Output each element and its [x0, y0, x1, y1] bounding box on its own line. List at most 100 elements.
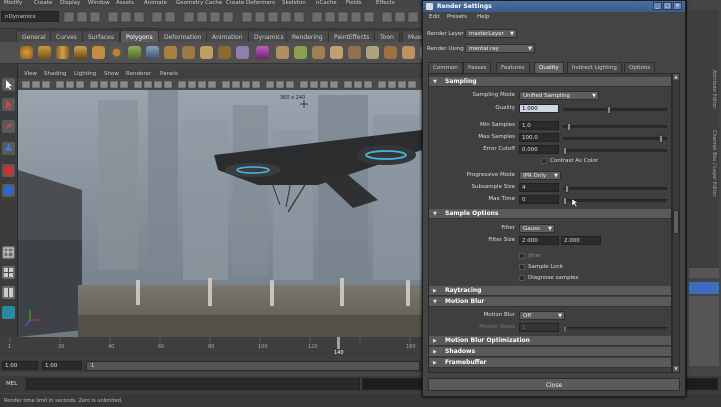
slider-knob[interactable] [563, 325, 567, 333]
menu-set-dropdown[interactable]: nDynamics [1, 11, 59, 22]
separate-icon[interactable] [182, 46, 195, 59]
shelf-tab-curves[interactable]: Curves [50, 30, 83, 42]
lasso-tool-icon[interactable] [2, 98, 15, 111]
section-shadows[interactable]: ▶ Shadows [429, 347, 671, 357]
max-samples-slider[interactable] [563, 135, 667, 143]
menu-item-window[interactable]: Window [88, 0, 110, 6]
dialog-menu-presets[interactable]: Presets [447, 14, 467, 20]
min-samples-field[interactable]: 1.0 [519, 121, 559, 130]
poly-cube-icon[interactable] [38, 46, 51, 59]
min-samples-slider[interactable] [563, 123, 667, 131]
menu-item-geometry-cache[interactable]: Geometry Cache [176, 0, 222, 6]
menu-item-skeleton[interactable]: Skeleton [282, 0, 306, 6]
range-slider-bar[interactable]: 1 [86, 361, 420, 371]
max-samples-field[interactable]: 100.0 [519, 133, 559, 142]
dialog-menu-edit[interactable]: Edit [429, 14, 440, 20]
error-cutoff-slider[interactable] [563, 147, 667, 155]
viewport-menu-view[interactable]: View [24, 71, 37, 77]
viewport-menu-shading[interactable]: Shading [44, 71, 66, 77]
bridge-icon[interactable] [294, 46, 307, 59]
shelf-tab-animation[interactable]: Animation [206, 30, 249, 42]
filter-size-x-field[interactable]: 2.000 [519, 236, 559, 245]
scroll-down-arrow-icon[interactable]: ▼ [673, 366, 679, 372]
render-layer-dropdown[interactable]: masterLayer ▼ [465, 29, 517, 38]
paint-select-icon[interactable] [2, 120, 15, 133]
menu-item-modify[interactable]: Modify [4, 0, 22, 6]
viewport-toolbar-icons[interactable] [18, 79, 422, 90]
shelf-tab-surfaces[interactable]: Surfaces [82, 30, 120, 42]
slider-knob[interactable] [563, 197, 567, 205]
diagnose-samples-checkbox[interactable] [519, 275, 525, 281]
single-pane-icon[interactable] [2, 246, 15, 259]
section-sampling[interactable]: ▼ Sampling [429, 77, 671, 87]
viewport-menu-show[interactable]: Show [104, 71, 119, 77]
tab-quality[interactable]: Quality [534, 62, 564, 73]
sampling-mode-dropdown[interactable]: Unified Sampling ▼ [519, 91, 599, 100]
menu-item-create[interactable]: Create [34, 0, 52, 6]
slider-knob[interactable] [659, 135, 663, 143]
viewport-menu-panels[interactable]: Panels [160, 71, 178, 77]
append-icon[interactable] [312, 46, 325, 59]
dialog-menu-help[interactable]: Help [477, 14, 490, 20]
quality-field[interactable]: 1.000 [519, 104, 559, 113]
menu-item-create-deformers[interactable]: Create Deformers [226, 0, 275, 6]
slider-knob[interactable] [567, 123, 571, 131]
filter-size-y-field[interactable]: 2.000 [561, 236, 601, 245]
playback-start-field[interactable]: 1.00 [42, 361, 82, 370]
time-slider[interactable]: 1 20 40 60 80 100 120 140 160 [0, 337, 422, 359]
menu-item-ncache[interactable]: nCache [316, 0, 337, 6]
tab-features[interactable]: Features [496, 62, 530, 73]
split-icon[interactable] [330, 46, 343, 59]
poly-cone-icon[interactable] [74, 46, 87, 59]
insert-edge-icon[interactable] [348, 46, 361, 59]
shelf-tab-deformation[interactable]: Deformation [158, 30, 208, 42]
merge-icon[interactable] [402, 46, 415, 59]
persp-outliner-icon[interactable] [2, 286, 15, 299]
shelf-tab-painteffects[interactable]: PaintEffects [328, 30, 376, 42]
shelf-tab-polygons[interactable]: Polygons [120, 30, 159, 42]
scroll-up-arrow-icon[interactable]: ▲ [673, 74, 679, 80]
slider-knob[interactable] [607, 106, 611, 114]
motion-blur-dropdown[interactable]: Off ▼ [519, 311, 565, 320]
close-button[interactable]: Close [428, 378, 680, 391]
tab-common[interactable]: Common [428, 62, 463, 73]
channel-box-tab[interactable]: Channel Box / Layer Editor [707, 130, 717, 210]
poly-sphere-icon[interactable] [20, 46, 33, 59]
bevel-icon[interactable] [384, 46, 397, 59]
mel-label[interactable]: MEL [6, 381, 17, 387]
smooth-icon[interactable] [218, 46, 231, 59]
sample-lock-checkbox[interactable] [519, 264, 525, 270]
minimize-icon[interactable]: _ [653, 2, 662, 10]
combine-icon[interactable] [164, 46, 177, 59]
slider-knob[interactable] [563, 147, 567, 155]
poly-cylinder-icon[interactable] [56, 46, 69, 59]
section-raytracing[interactable]: ▶ Raytracing [429, 286, 671, 296]
poly-prism-icon[interactable] [128, 46, 141, 59]
tab-options[interactable]: Options [624, 62, 656, 73]
shelf-tab-dynamics[interactable]: Dynamics [248, 30, 290, 42]
quality-slider[interactable] [563, 106, 667, 114]
boolean-icon[interactable] [236, 46, 249, 59]
viewport-menu-lighting[interactable]: Lighting [74, 71, 96, 77]
maximize-icon[interactable]: □ [663, 2, 672, 10]
section-framebuffer[interactable]: ▶ Framebuffer [429, 358, 671, 368]
menu-item-animate[interactable]: Animate [144, 0, 167, 6]
mirror-icon[interactable] [256, 46, 269, 59]
layer-toolbar[interactable] [689, 268, 719, 278]
command-input[interactable] [26, 378, 360, 390]
select-tool-icon[interactable] [2, 78, 15, 91]
viewport-menu-renderer[interactable]: Renderer [126, 71, 151, 77]
extract-icon[interactable] [200, 46, 213, 59]
layer-selected[interactable] [689, 282, 719, 294]
progressive-mode-dropdown[interactable]: IPR Only ▼ [519, 171, 561, 180]
contrast-as-color-checkbox[interactable] [541, 158, 547, 164]
poly-pyramid-icon[interactable] [146, 46, 159, 59]
subsample-size-slider[interactable] [563, 185, 667, 193]
shelf-tab-general[interactable]: General [16, 30, 52, 42]
shelf-tab-rendering[interactable]: Rendering [286, 30, 329, 42]
graph-layout-icon[interactable] [2, 306, 15, 319]
menu-item-assets[interactable]: Assets [116, 0, 134, 6]
poly-plane-icon[interactable] [92, 46, 105, 59]
jitter-checkbox[interactable] [519, 253, 525, 259]
move-tool-icon[interactable] [2, 142, 15, 155]
